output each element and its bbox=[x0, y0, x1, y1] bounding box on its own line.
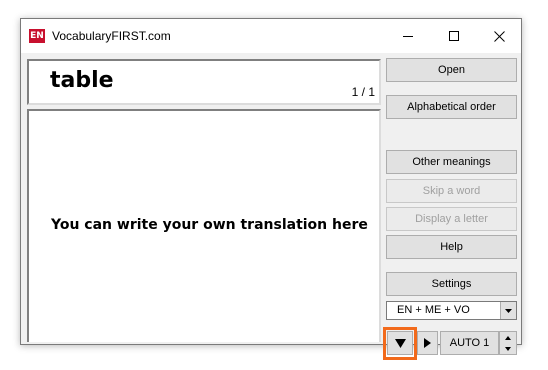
app-window: EN VocabularyFIRST.com table 1 / 1 You c… bbox=[20, 18, 522, 360]
maximize-icon bbox=[449, 31, 459, 41]
display-letter-button[interactable]: Display a letter bbox=[386, 207, 517, 231]
settings-button[interactable]: Settings bbox=[386, 272, 517, 296]
skip-word-button[interactable]: Skip a word bbox=[386, 179, 517, 203]
translation-placeholder: You can write your own translation here bbox=[51, 217, 368, 233]
title-bar[interactable]: EN VocabularyFIRST.com bbox=[21, 19, 521, 53]
word-counter: 1 / 1 bbox=[351, 85, 375, 99]
client-area: table 1 / 1 You can write your own trans… bbox=[21, 53, 521, 360]
auto-mode-button[interactable]: AUTO 1 bbox=[440, 331, 499, 355]
dropdown-arrow-button[interactable] bbox=[500, 302, 516, 319]
spin-up-button[interactable] bbox=[500, 332, 516, 343]
play-button[interactable] bbox=[417, 331, 438, 355]
help-button[interactable]: Help bbox=[386, 235, 517, 259]
current-word: table bbox=[50, 68, 114, 93]
auto-spinner[interactable] bbox=[499, 331, 517, 355]
chevron-up-icon bbox=[505, 335, 511, 340]
highlight-frame bbox=[383, 327, 417, 360]
language-mode-select[interactable]: EN + ME + VO bbox=[386, 301, 517, 320]
chevron-down-icon bbox=[505, 308, 512, 313]
minimize-icon bbox=[403, 36, 413, 37]
minimize-button[interactable] bbox=[385, 19, 431, 53]
spin-down-button[interactable] bbox=[500, 343, 516, 354]
maximize-button[interactable] bbox=[431, 19, 477, 53]
translation-area[interactable]: You can write your own translation here bbox=[27, 109, 381, 342]
app-logo-icon: EN bbox=[29, 29, 45, 43]
play-icon bbox=[424, 338, 431, 348]
close-icon bbox=[493, 30, 505, 42]
word-display: table 1 / 1 bbox=[27, 59, 381, 105]
close-button[interactable] bbox=[476, 19, 522, 53]
language-mode-value: EN + ME + VO bbox=[397, 304, 470, 316]
open-button[interactable]: Open bbox=[386, 58, 517, 82]
window-title: VocabularyFIRST.com bbox=[52, 29, 171, 43]
chevron-down-icon bbox=[505, 346, 511, 351]
alphabetical-order-button[interactable]: Alphabetical order bbox=[386, 95, 517, 119]
other-meanings-button[interactable]: Other meanings bbox=[386, 150, 517, 174]
